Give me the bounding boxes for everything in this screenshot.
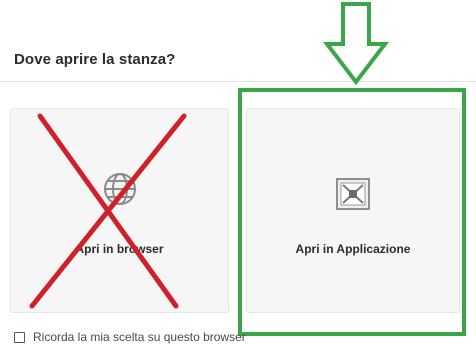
dialog-title: Dove aprire la stanza?	[14, 51, 176, 68]
down-arrow-icon	[322, 2, 390, 86]
remember-checkbox[interactable]	[14, 331, 25, 343]
remember-choice[interactable]: Ricorda la mia scelta su questo browser	[14, 329, 246, 345]
remember-label: Ricorda la mia scelta su questo browser	[33, 330, 246, 344]
divider	[0, 81, 476, 82]
red-cross-icon	[29, 113, 187, 309]
highlight-box	[238, 88, 466, 336]
